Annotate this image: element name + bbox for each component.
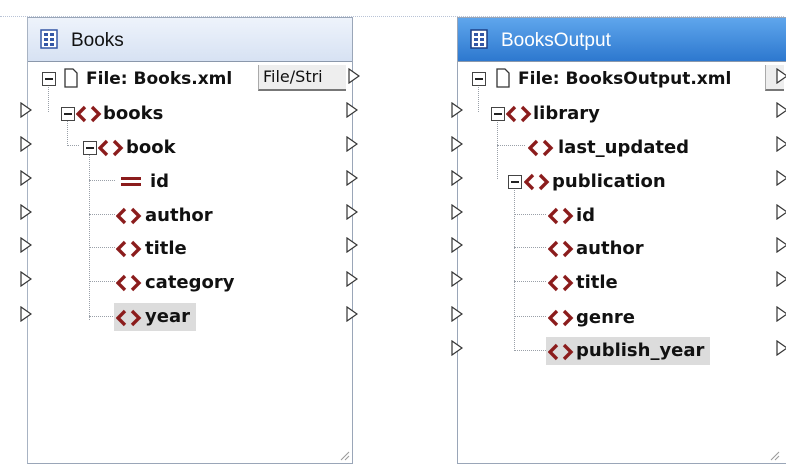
tree-node-books[interactable]: books (28, 97, 352, 131)
attribute-icon (121, 177, 141, 186)
tree-node-publication[interactable]: publication (458, 165, 786, 199)
output-connector-icon[interactable] (776, 340, 786, 356)
input-connector-icon[interactable] (20, 271, 32, 287)
node-label: author (145, 205, 213, 226)
file-row[interactable]: File: BooksOutput.xml (458, 63, 786, 97)
output-connector-icon[interactable] (346, 136, 358, 152)
node-label: book (126, 137, 176, 158)
file-row[interactable]: File: Books.xml File/Stri (28, 63, 352, 97)
element-icon (548, 343, 574, 361)
component-title: Books (71, 30, 124, 51)
input-connector-icon[interactable] (20, 204, 32, 220)
component-icon (40, 29, 58, 49)
output-connector-icon[interactable] (776, 68, 786, 84)
tree-node-title[interactable]: title (28, 232, 352, 266)
input-connector-icon[interactable] (451, 237, 463, 253)
input-connector-icon[interactable] (451, 306, 463, 322)
output-connector-icon[interactable] (346, 306, 358, 322)
file-icon (496, 68, 510, 88)
input-connector-icon[interactable] (451, 271, 463, 287)
tree-node-library[interactable]: library (458, 97, 786, 131)
output-connector-icon[interactable] (776, 271, 786, 287)
component-icon (470, 29, 488, 49)
collapse-icon[interactable] (83, 141, 97, 155)
collapse-icon[interactable] (491, 107, 505, 121)
output-connector-icon[interactable] (346, 102, 358, 118)
node-label: last_updated (558, 137, 690, 158)
tree-node-last-updated[interactable]: last_updated (458, 131, 786, 165)
output-connector-icon[interactable] (776, 170, 786, 186)
output-connector-icon[interactable] (346, 237, 358, 253)
node-label: author (576, 238, 644, 259)
output-connector-icon[interactable] (348, 68, 360, 84)
output-connector-icon[interactable] (776, 306, 786, 322)
node-label: title (145, 238, 187, 259)
collapse-icon[interactable] (472, 72, 486, 86)
component-title: BooksOutput (501, 30, 611, 51)
output-connector-icon[interactable] (776, 204, 786, 220)
tree-node-publish-year[interactable]: publish_year (458, 335, 786, 369)
tree-node-category[interactable]: category (28, 266, 352, 300)
tree-node-year[interactable]: year (28, 301, 352, 335)
node-label: id (150, 171, 170, 192)
tree-node-id[interactable]: id (458, 199, 786, 233)
input-connector-icon[interactable] (451, 136, 463, 152)
output-connector-icon[interactable] (776, 136, 786, 152)
output-connector-icon[interactable] (776, 102, 786, 118)
node-label: title (576, 272, 618, 293)
node-label: genre (576, 307, 635, 328)
node-label: books (103, 103, 164, 124)
target-component-booksoutput[interactable]: BooksOutput File: BooksOutput.xml librar… (457, 17, 786, 464)
collapse-icon[interactable] (61, 107, 75, 121)
file-label: File: BooksOutput.xml (518, 69, 732, 89)
file-icon (64, 68, 78, 88)
tree-node-title[interactable]: title (458, 266, 786, 300)
input-connector-icon[interactable] (451, 340, 463, 356)
input-connector-icon[interactable] (451, 102, 463, 118)
tree-node-author[interactable]: author (28, 199, 352, 233)
input-connector-icon[interactable] (451, 170, 463, 186)
tree-node-id[interactable]: id (28, 165, 352, 199)
input-connector-icon[interactable] (20, 237, 32, 253)
tree-node-author[interactable]: author (458, 232, 786, 266)
tree-node-book[interactable]: book (28, 131, 352, 165)
component-header[interactable]: Books (28, 18, 352, 62)
input-connector-icon[interactable] (20, 136, 32, 152)
input-connector-icon[interactable] (20, 102, 32, 118)
element-icon (116, 309, 142, 327)
resize-grip-icon[interactable] (768, 449, 780, 461)
output-connector-icon[interactable] (346, 271, 358, 287)
component-header[interactable]: BooksOutput (458, 18, 786, 62)
input-connector-icon[interactable] (20, 306, 32, 322)
collapse-icon[interactable] (42, 72, 56, 86)
file-string-button[interactable]: File/Stri (258, 65, 346, 91)
tree-node-genre[interactable]: genre (458, 301, 786, 335)
output-connector-icon[interactable] (776, 237, 786, 253)
resize-grip-icon[interactable] (338, 449, 350, 461)
input-connector-icon[interactable] (20, 170, 32, 186)
node-label: id (576, 205, 596, 226)
input-connector-icon[interactable] (451, 204, 463, 220)
output-connector-icon[interactable] (346, 170, 358, 186)
node-label: library (533, 103, 600, 124)
output-connector-icon[interactable] (346, 204, 358, 220)
file-label: File: Books.xml (86, 69, 233, 89)
source-component-books[interactable]: Books File: Books.xml File/Stri books bo… (27, 17, 353, 464)
node-label: publication (552, 171, 666, 192)
node-label: category (145, 272, 235, 293)
collapse-icon[interactable] (508, 175, 522, 189)
